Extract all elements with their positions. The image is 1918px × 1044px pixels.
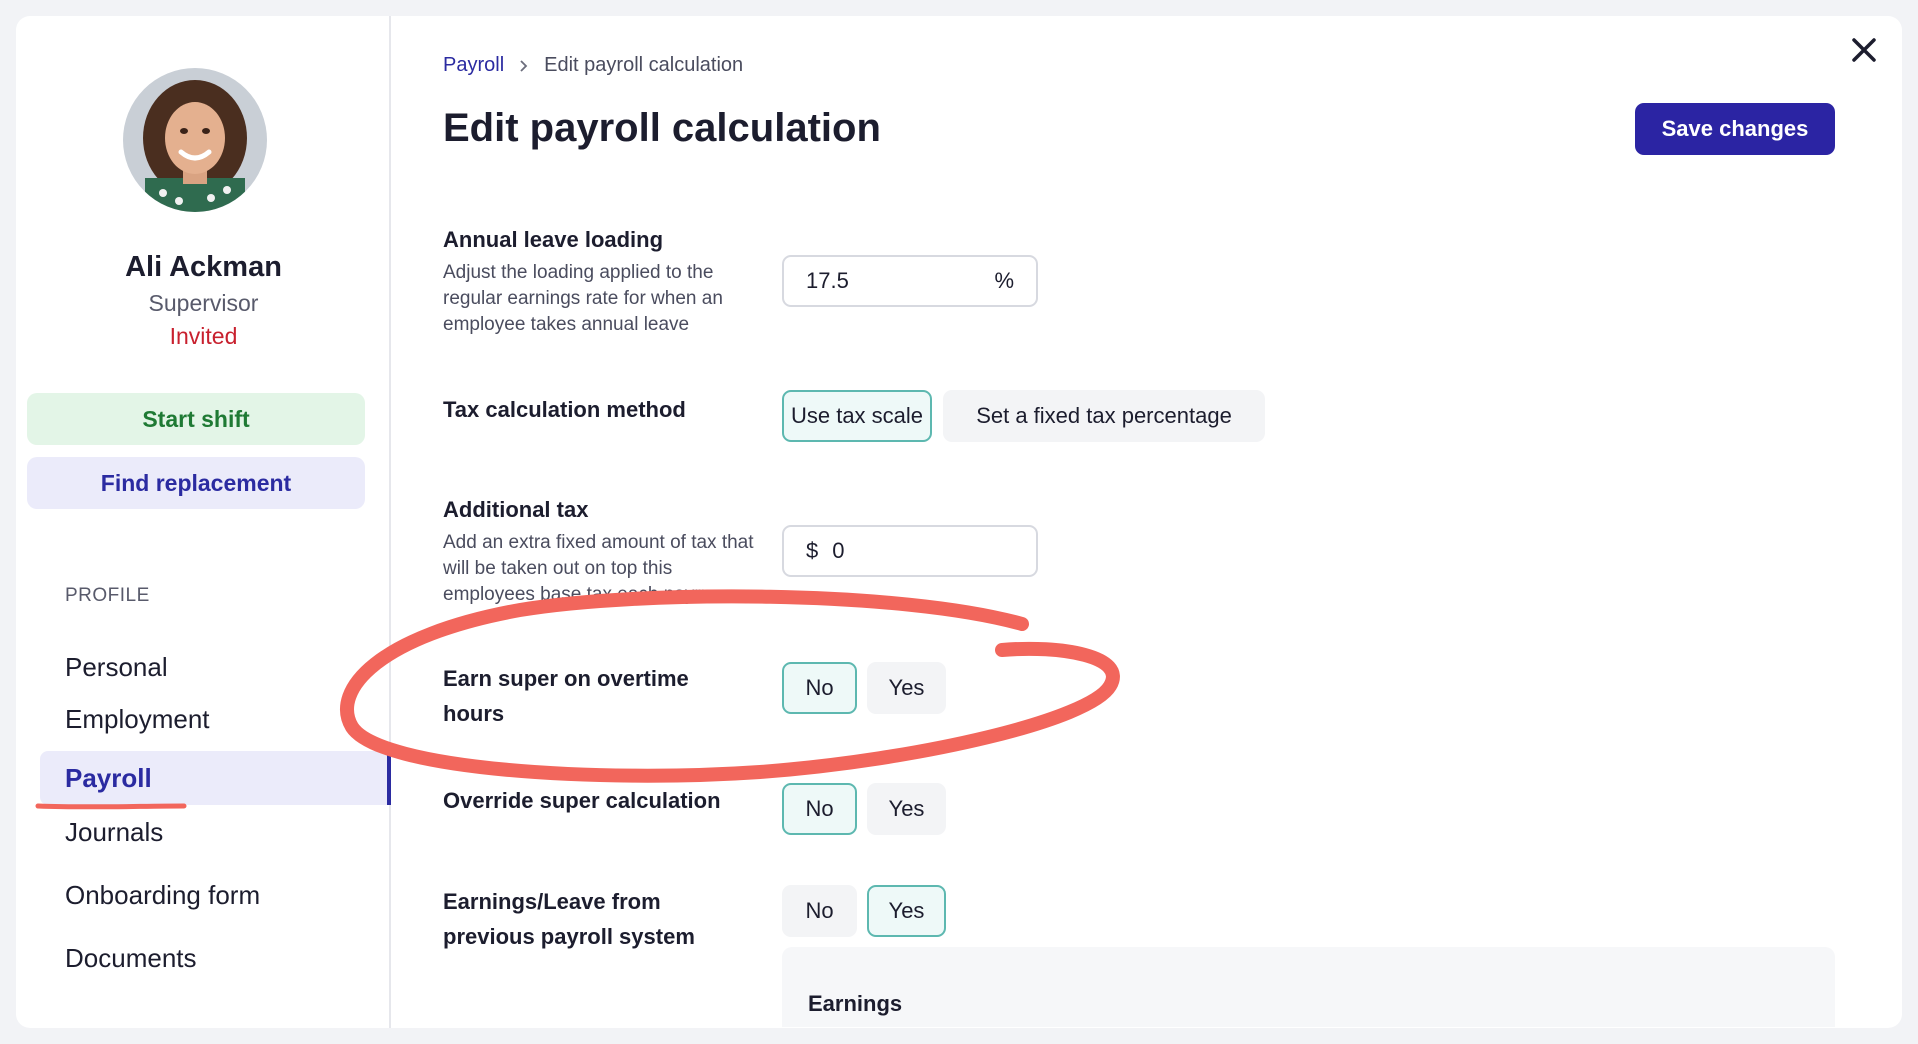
sidebar-item-onboarding-form[interactable]: Onboarding form — [40, 868, 391, 922]
profile-section-label: PROFILE — [65, 585, 150, 606]
breadcrumb: Payroll Edit payroll calculation — [443, 54, 743, 77]
sidebar-item-label: Employment — [65, 703, 210, 734]
profile-sidebar: Ali Ackman Supervisor Invited Start shif… — [16, 16, 391, 1028]
edit-payroll-modal: Ali Ackman Supervisor Invited Start shif… — [16, 16, 1902, 1028]
dollar-prefix: $ — [806, 538, 819, 563]
sidebar-item-label: Payroll — [65, 762, 152, 793]
breadcrumb-payroll-link[interactable]: Payroll — [443, 54, 504, 77]
sidebar-item-employment[interactable]: Employment — [40, 692, 391, 746]
sidebar-item-journals[interactable]: Journals — [40, 805, 391, 859]
additional-tax-label: Additional tax — [443, 497, 589, 522]
additional-tax-description: Add an extra fixed amount of tax that wi… — [443, 532, 754, 605]
sidebar-item-label: Documents — [65, 942, 197, 973]
employee-status: Invited — [169, 323, 238, 349]
employee-name: Ali Ackman — [125, 251, 282, 283]
sidebar-item-label: Personal — [65, 651, 168, 682]
override-super-yes-option[interactable]: Yes — [867, 783, 946, 835]
annual-leave-input[interactable]: 17.5 % — [782, 255, 1038, 307]
percent-suffix: % — [994, 268, 1014, 293]
sidebar-item-personal[interactable]: Personal — [40, 640, 391, 694]
tax-method-label: Tax calculation method — [443, 397, 686, 422]
close-icon[interactable] — [1844, 30, 1884, 70]
avatar — [123, 68, 267, 212]
fixed-tax-percentage-option[interactable]: Set a fixed tax percentage — [943, 390, 1265, 442]
previous-system-no-option[interactable]: No — [782, 885, 857, 937]
super-overtime-yes-option[interactable]: Yes — [867, 662, 946, 714]
breadcrumb-current: Edit payroll calculation — [544, 54, 744, 76]
previous-system-label: Earnings/Leave from previous payroll sys… — [443, 889, 695, 949]
annual-leave-description: Adjust the loading applied to the regula… — [443, 262, 723, 335]
sidebar-item-payroll[interactable]: Payroll — [40, 751, 391, 805]
sidebar-item-label: Onboarding form — [65, 879, 261, 910]
save-changes-button[interactable]: Save changes — [1635, 103, 1835, 155]
start-shift-button[interactable]: Start shift — [27, 393, 365, 445]
previous-system-yes-option[interactable]: Yes — [867, 885, 946, 937]
sidebar-item-label: Journals — [65, 816, 164, 847]
chevron-right-icon — [520, 59, 528, 72]
super-overtime-no-option[interactable]: No — [782, 662, 857, 714]
earnings-panel: Earnings — [782, 947, 1835, 1027]
earnings-title: Earnings — [808, 991, 903, 1016]
additional-tax-input[interactable]: $ 0 — [782, 525, 1038, 577]
page-title: Edit payroll calculation — [443, 106, 881, 150]
annual-leave-value: 17.5 — [806, 268, 849, 293]
sidebar-item-documents[interactable]: Documents — [40, 931, 391, 985]
use-tax-scale-option[interactable]: Use tax scale — [782, 390, 932, 442]
super-overtime-label: Earn super on overtime hours — [443, 666, 689, 726]
override-super-label: Override super calculation — [443, 788, 721, 813]
find-replacement-button[interactable]: Find replacement — [27, 457, 365, 509]
employee-role: Supervisor — [148, 290, 259, 316]
override-super-no-option[interactable]: No — [782, 783, 857, 835]
additional-tax-value: 0 — [832, 538, 845, 563]
annual-leave-label: Annual leave loading — [443, 227, 664, 252]
